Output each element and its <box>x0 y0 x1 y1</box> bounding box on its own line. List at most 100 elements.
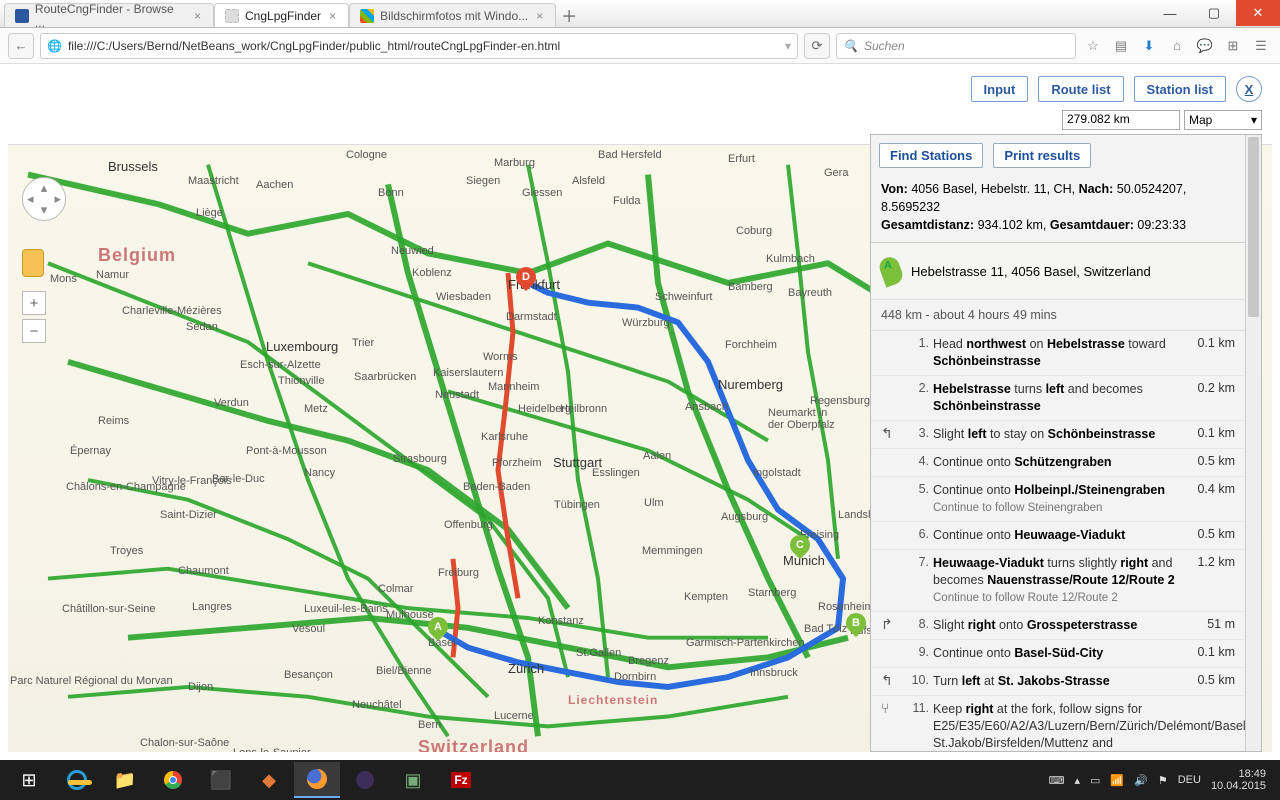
keyboard-icon[interactable]: ⌨ <box>1049 774 1065 787</box>
step-text: Slight left to stay on Schönbeinstrasse <box>933 426 1177 443</box>
tab-label: RouteCngFinder - Browse ... <box>35 2 186 30</box>
close-icon[interactable]: × <box>327 9 338 23</box>
find-stations-button[interactable]: Find Stations <box>879 143 983 168</box>
taskbar-explorer[interactable]: 📁 <box>102 762 148 798</box>
direction-step[interactable]: ⑂11.Keep right at the fork, follow signs… <box>871 696 1245 751</box>
route-list-button[interactable]: Route list <box>1038 76 1123 102</box>
map-marker-d[interactable]: D <box>516 267 536 297</box>
browser-tab-2[interactable]: Bildschirmfotos mit Windo... × <box>349 3 556 27</box>
step-distance: 0.1 km <box>1181 645 1235 659</box>
close-icon[interactable]: × <box>534 9 545 23</box>
language-indicator[interactable]: DEU <box>1178 774 1201 786</box>
close-window-button[interactable]: ✕ <box>1236 0 1280 26</box>
search-icon: 🔍 <box>843 39 858 53</box>
flag-icon[interactable]: ⚑ <box>1158 774 1168 787</box>
route-summary: Von: 4056 Basel, Hebelstr. 11, CH, Nach:… <box>871 176 1245 243</box>
bookmark-star-icon[interactable]: ☆ <box>1082 35 1104 57</box>
menu-icon[interactable]: ☰ <box>1250 35 1272 57</box>
new-tab-button[interactable]: ＋ <box>556 3 582 27</box>
segment-summary: 448 km - about 4 hours 49 mins <box>871 300 1245 331</box>
clock[interactable]: 18:49 10.04.2015 <box>1211 768 1266 792</box>
direction-step[interactable]: 2.Hebelstrasse turns left and becomes Sc… <box>871 376 1245 421</box>
taskbar-eclipse[interactable] <box>342 762 388 798</box>
direction-step[interactable]: 5.Continue onto Holbeinpl./Steinengraben… <box>871 477 1245 522</box>
direction-step[interactable]: ↱8.Slight right onto Grosspeterstrasse51… <box>871 612 1245 640</box>
map-marker-a[interactable]: A <box>428 617 448 647</box>
taskbar-firefox[interactable] <box>294 762 340 798</box>
panel-scrollbar[interactable] <box>1245 135 1261 751</box>
downloads-icon[interactable]: ⬇ <box>1138 35 1160 57</box>
reload-button[interactable]: ⟳ <box>804 33 830 59</box>
close-icon[interactable]: × <box>192 9 203 23</box>
step-number: 5. <box>907 482 929 496</box>
city-label: Forchheim <box>725 339 777 351</box>
taskbar-chrome[interactable] <box>150 762 196 798</box>
address-bar[interactable]: 🌐 file:///C:/Users/Bernd/NetBeans_work/C… <box>40 33 798 59</box>
map-marker-c[interactable]: C <box>790 535 810 565</box>
taskbar-app1[interactable]: ◆ <box>246 762 292 798</box>
city-label: Kempten <box>684 591 728 603</box>
browser-tabs: RouteCngFinder - Browse ... × CngLpgFind… <box>0 0 1148 27</box>
step-distance: 0.5 km <box>1181 673 1235 687</box>
city-label: Siegen <box>466 175 500 187</box>
network-icon[interactable]: 📶 <box>1110 774 1124 787</box>
zoom-out-button[interactable]: − <box>22 319 46 343</box>
maximize-button[interactable]: ▢ <box>1192 0 1236 26</box>
plugin-icon[interactable]: ⊞ <box>1222 35 1244 57</box>
pegman-icon[interactable] <box>22 249 44 277</box>
taskbar-app2[interactable]: ▣ <box>390 762 436 798</box>
search-box[interactable]: 🔍 Suchen <box>836 33 1076 59</box>
direction-step[interactable]: 9.Continue onto Basel-Süd-City0.1 km <box>871 640 1245 668</box>
chat-icon[interactable]: 💬 <box>1194 35 1216 57</box>
direction-step[interactable]: 4.Continue onto Schützengraben0.5 km <box>871 449 1245 477</box>
close-panel-button[interactable]: X <box>1236 76 1262 102</box>
step-distance: 1.2 km <box>1181 555 1235 569</box>
print-results-button[interactable]: Print results <box>993 143 1091 168</box>
start-button[interactable]: ⊞ <box>6 762 52 798</box>
minimize-button[interactable]: — <box>1148 0 1192 26</box>
city-label: Troyes <box>110 545 143 557</box>
back-button[interactable]: ← <box>8 33 34 59</box>
route-origin[interactable]: Hebelstrasse 11, 4056 Basel, Switzerland <box>871 243 1245 300</box>
dropdown-icon[interactable]: ▾ <box>785 39 791 53</box>
city-label: Karlsruhe <box>481 431 528 443</box>
city-label: Trier <box>352 337 374 349</box>
city-label: Mulhouse <box>386 609 434 621</box>
tab-label: CngLpgFinder <box>245 9 321 23</box>
step-text: Turn left at St. Jakobs-Strasse <box>933 673 1177 690</box>
tray-chevron-icon[interactable]: ▴ <box>1074 774 1080 787</box>
map-type-select[interactable]: Map ▾ <box>1184 110 1262 130</box>
home-icon[interactable]: ⌂ <box>1166 35 1188 57</box>
city-label: Innsbruck <box>750 667 798 679</box>
action-center-icon[interactable]: ▭ <box>1090 774 1100 787</box>
city-label: Chalon-sur-Saône <box>140 737 229 749</box>
step-distance: 0.5 km <box>1181 527 1235 541</box>
app-area: Input Route list Station list X 279.082 … <box>0 64 1280 760</box>
taskbar-filezilla[interactable]: Fz <box>438 762 484 798</box>
step-number: 11. <box>907 701 929 715</box>
zoom-in-button[interactable]: + <box>22 291 46 315</box>
taskbar-virtualbox[interactable]: ⬛ <box>198 762 244 798</box>
tab-label: Bildschirmfotos mit Windo... <box>380 9 528 23</box>
library-icon[interactable]: ▤ <box>1110 35 1132 57</box>
direction-step[interactable]: 7.Heuwaage-Viadukt turns slightly right … <box>871 550 1245 612</box>
station-list-button[interactable]: Station list <box>1134 76 1226 102</box>
city-label: Cologne <box>346 149 387 161</box>
city-label: Verdun <box>214 397 249 409</box>
browser-tab-0[interactable]: RouteCngFinder - Browse ... × <box>4 3 214 27</box>
volume-icon[interactable]: 🔊 <box>1134 774 1148 787</box>
map-marker-b[interactable]: B <box>846 613 866 643</box>
distance-field[interactable]: 279.082 km <box>1062 110 1180 130</box>
direction-step[interactable]: ↰3.Slight left to stay on Schönbeinstras… <box>871 421 1245 449</box>
system-tray[interactable]: ⌨ ▴ ▭ 📶 🔊 ⚑ DEU 18:49 10.04.2015 <box>1049 768 1274 792</box>
city-label: Saint-Dizier <box>160 509 217 521</box>
direction-step[interactable]: 6.Continue onto Heuwaage-Viadukt0.5 km <box>871 522 1245 550</box>
pan-control[interactable]: ▴ ▾ ◂ ▸ <box>22 177 66 221</box>
input-button[interactable]: Input <box>971 76 1029 102</box>
browser-tab-1[interactable]: CngLpgFinder × <box>214 3 349 27</box>
taskbar-ie[interactable] <box>54 762 100 798</box>
direction-step[interactable]: ↰10.Turn left at St. Jakobs-Strasse0.5 k… <box>871 668 1245 696</box>
city-label: Sedan <box>186 321 218 333</box>
direction-step[interactable]: 1.Head northwest on Hebelstrasse toward … <box>871 331 1245 376</box>
favicon-icon <box>360 9 374 23</box>
